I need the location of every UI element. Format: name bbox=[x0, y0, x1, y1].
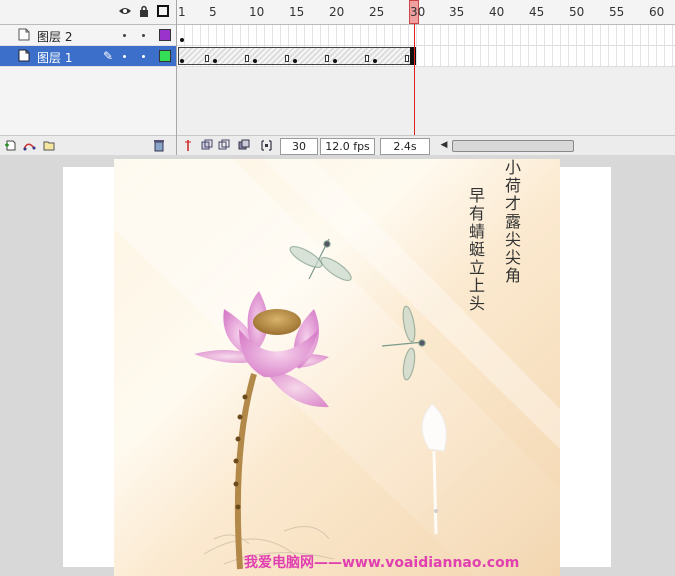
ruler-number: 45 bbox=[529, 5, 545, 19]
layer-color-swatch[interactable] bbox=[159, 29, 171, 41]
keyframe-end-marker[interactable] bbox=[245, 55, 249, 62]
lock-icon[interactable] bbox=[137, 5, 151, 19]
layer-list: 图层 2 图层 1 ✎ bbox=[0, 0, 177, 156]
ruler-number: 35 bbox=[449, 5, 465, 19]
ruler-number: 10 bbox=[249, 5, 265, 19]
trash-icon[interactable] bbox=[152, 139, 165, 152]
visibility-dot[interactable] bbox=[123, 34, 126, 37]
keyframe-end-marker[interactable] bbox=[405, 55, 409, 62]
lock-dot[interactable] bbox=[142, 55, 145, 58]
playhead-line bbox=[414, 24, 415, 135]
keyframe[interactable] bbox=[180, 38, 184, 42]
layer-row-layer1[interactable]: 图层 1 ✎ bbox=[0, 46, 176, 67]
current-frame-field[interactable]: 30 bbox=[280, 138, 318, 155]
layer-icon bbox=[18, 49, 30, 62]
layer-name: 图层 1 bbox=[37, 51, 73, 65]
outline-icon[interactable] bbox=[156, 5, 170, 19]
modify-onion-markers-icon[interactable] bbox=[260, 139, 273, 152]
watermark-text: 我爱电脑网——www.voaidiannao.com bbox=[244, 555, 520, 571]
frame-row-layer1[interactable] bbox=[177, 46, 675, 67]
keyframe[interactable] bbox=[180, 59, 184, 63]
ruler-number: 55 bbox=[609, 5, 625, 19]
frame-grid: 1 5 10 15 20 25 30 35 40 45 50 55 60 30 … bbox=[177, 0, 675, 156]
horizontal-scrollbar[interactable]: ◀ bbox=[438, 139, 673, 152]
keyframe[interactable] bbox=[293, 59, 297, 63]
add-motion-guide-icon[interactable] bbox=[22, 139, 36, 152]
layer-row-layer2[interactable]: 图层 2 bbox=[0, 25, 176, 46]
frame-ruler[interactable]: 1 5 10 15 20 25 30 35 40 45 50 55 60 bbox=[177, 0, 675, 25]
ruler-number: 60 bbox=[649, 5, 665, 19]
ruler-number: 1 bbox=[178, 5, 186, 19]
insert-folder-icon[interactable] bbox=[42, 139, 55, 152]
layer-toolbar bbox=[0, 135, 176, 156]
onion-skin-icon[interactable] bbox=[201, 139, 214, 152]
keyframe[interactable] bbox=[373, 59, 377, 63]
insert-layer-icon[interactable] bbox=[4, 139, 17, 152]
poem-line-1: 小荷才露尖尖角 bbox=[502, 159, 521, 285]
stage-area: 小荷才露尖尖角 早有蜻蜓立上头 我爱电脑网——www.voaidiannao.c… bbox=[0, 155, 675, 576]
layer-name: 图层 2 bbox=[37, 30, 73, 44]
keyframe[interactable] bbox=[253, 59, 257, 63]
elapsed-time-field: 2.4s bbox=[380, 138, 430, 155]
onion-skin-outlines-icon[interactable] bbox=[218, 139, 231, 152]
current-keyframe[interactable] bbox=[410, 47, 416, 65]
keyframe-end-marker[interactable] bbox=[205, 55, 209, 62]
keyframe-end-marker[interactable] bbox=[365, 55, 369, 62]
ruler-number: 50 bbox=[569, 5, 585, 19]
layer-header bbox=[0, 0, 176, 25]
frame-row-layer2[interactable] bbox=[177, 25, 675, 46]
poem-line-2: 早有蜻蜓立上头 bbox=[466, 187, 485, 313]
lotus-artwork: 小荷才露尖尖角 早有蜻蜓立上头 bbox=[114, 159, 560, 576]
keyframe-end-marker[interactable] bbox=[325, 55, 329, 62]
lock-dot[interactable] bbox=[142, 34, 145, 37]
keyframe-end-marker[interactable] bbox=[285, 55, 289, 62]
ruler-number: 25 bbox=[369, 5, 385, 19]
ruler-number: 5 bbox=[209, 5, 217, 19]
layer-color-swatch[interactable] bbox=[159, 50, 171, 62]
visibility-dot[interactable] bbox=[123, 55, 126, 58]
pencil-icon: ✎ bbox=[103, 49, 114, 63]
ruler-number: 30 bbox=[410, 5, 426, 19]
frame-rate-field[interactable]: 12.0 fps bbox=[320, 138, 375, 155]
keyframe[interactable] bbox=[333, 59, 337, 63]
timeline-panel: 图层 2 图层 1 ✎ 1 5 10 15 20 25 30 35 40 45 … bbox=[0, 0, 675, 156]
keyframe[interactable] bbox=[213, 59, 217, 63]
eye-icon[interactable] bbox=[118, 5, 132, 19]
ruler-number: 40 bbox=[489, 5, 505, 19]
layer-icon bbox=[18, 28, 30, 41]
edit-multiple-frames-icon[interactable] bbox=[238, 139, 251, 152]
scroll-left-arrow-icon[interactable]: ◀ bbox=[438, 139, 450, 152]
center-frame-icon[interactable] bbox=[181, 139, 194, 152]
timeline-controls: 30 12.0 fps 2.4s ◀ bbox=[177, 135, 675, 156]
ruler-number: 20 bbox=[329, 5, 345, 19]
artwork-background bbox=[114, 159, 560, 576]
ruler-number: 15 bbox=[289, 5, 305, 19]
scroll-thumb[interactable] bbox=[452, 140, 574, 152]
